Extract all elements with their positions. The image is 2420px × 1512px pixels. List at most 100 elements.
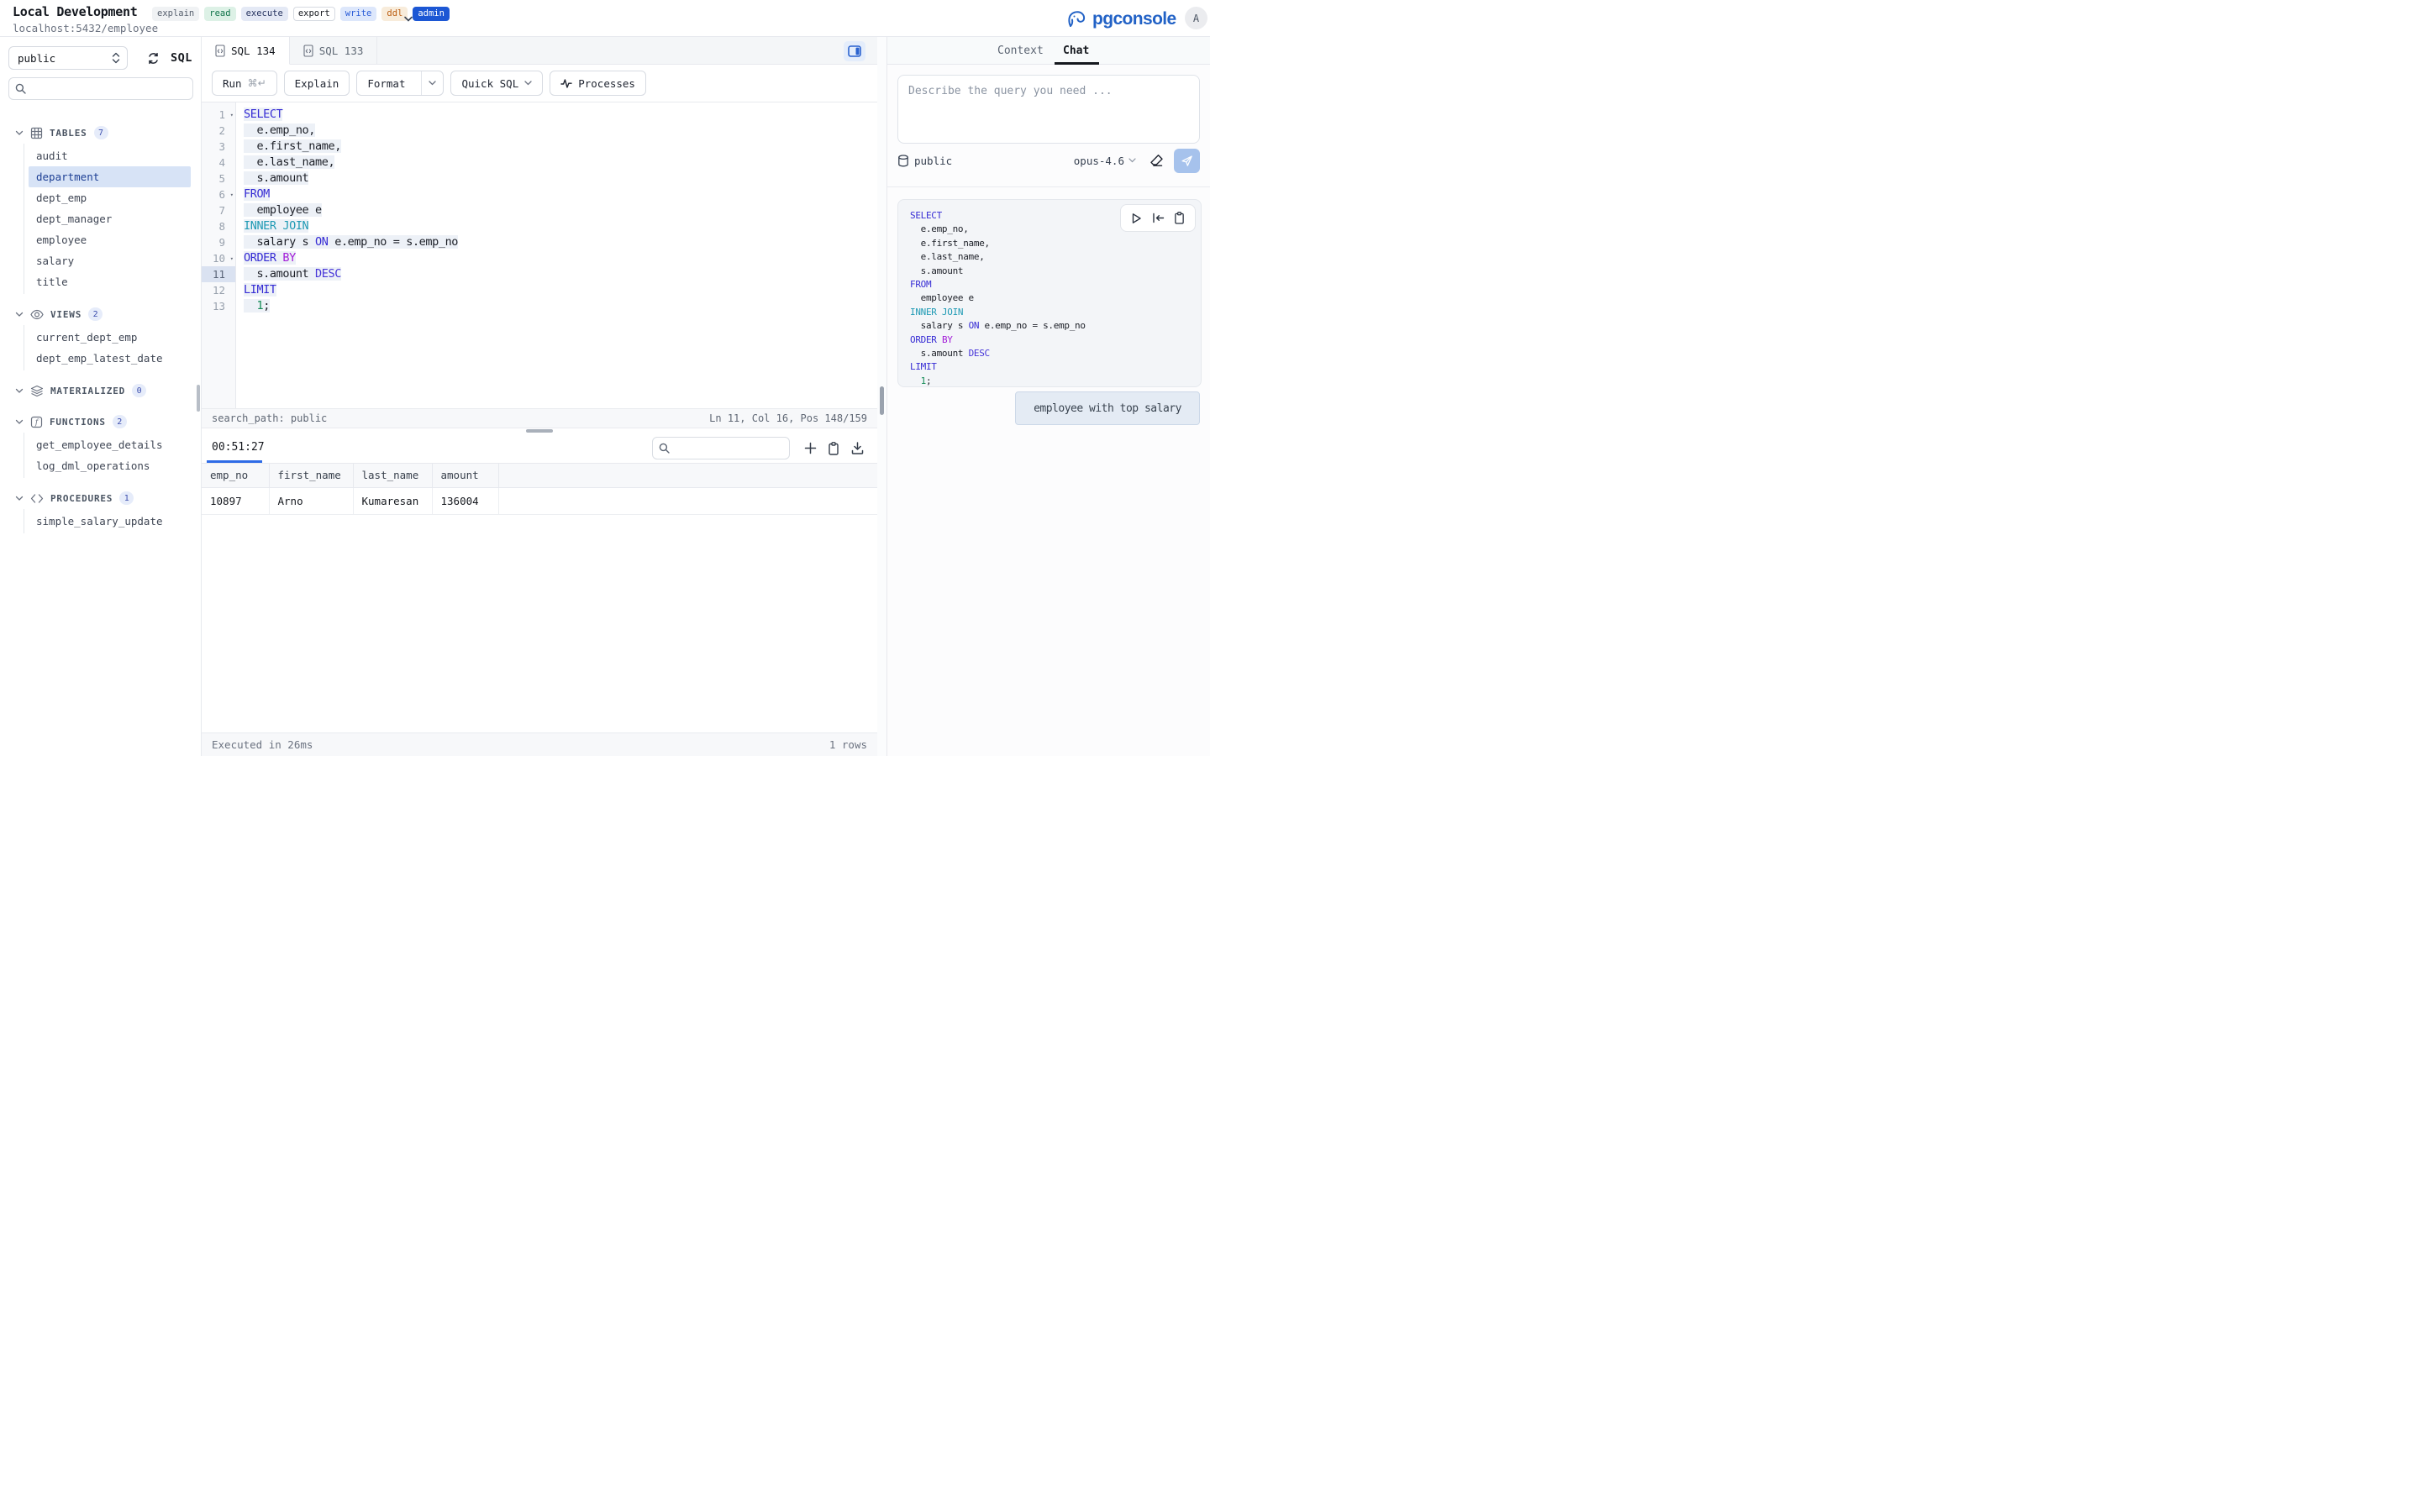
run-snippet-icon[interactable] xyxy=(1131,213,1142,224)
code-line: salary s ON e.emp_no = s.emp_no xyxy=(244,234,877,250)
section-header-tables[interactable]: TABLES7 xyxy=(0,122,202,144)
table-cell[interactable]: 10897 xyxy=(202,487,269,514)
gutter-line-12[interactable]: 12 xyxy=(202,282,235,298)
format-button[interactable]: Format xyxy=(356,71,444,96)
code-line: e.last_name, xyxy=(244,155,877,171)
tree-item-department[interactable]: department xyxy=(29,166,191,187)
gutter-line-11[interactable]: 11 xyxy=(202,266,235,282)
grid-icon xyxy=(30,127,43,139)
gutter-line-7[interactable]: 7 xyxy=(202,202,235,218)
chevron-down-icon xyxy=(15,388,24,394)
section-header-functions[interactable]: fFUNCTIONS2 xyxy=(0,411,202,433)
sidebar-scrollbar[interactable] xyxy=(197,385,200,412)
add-row-icon[interactable] xyxy=(804,442,817,454)
sql-file-icon xyxy=(215,45,225,57)
gutter-line-1[interactable]: 1▾ xyxy=(202,107,235,123)
layers-icon xyxy=(30,385,44,397)
table-cell[interactable]: Arno xyxy=(269,487,353,514)
tree-item-dept_emp[interactable]: dept_emp xyxy=(29,187,191,208)
gutter-line-5[interactable]: 5 xyxy=(202,171,235,186)
run-button[interactable]: Run ⌘↵ xyxy=(212,71,277,96)
schema-select[interactable]: public xyxy=(8,46,128,70)
gutter-line-6[interactable]: 6▾ xyxy=(202,186,235,202)
editor-tab-sql-134[interactable]: SQL 134 xyxy=(202,37,290,65)
tree-item-audit[interactable]: audit xyxy=(29,145,191,166)
code-line: e.first_name, xyxy=(244,139,877,155)
table-cell-filler xyxy=(498,487,877,514)
gutter-line-8[interactable]: 8 xyxy=(202,218,235,234)
section-items: get_employee_detailslog_dml_operations xyxy=(24,433,202,478)
panel-resize-gutter[interactable] xyxy=(877,37,887,756)
connection-title: Local Development xyxy=(13,4,137,19)
table-cell[interactable]: Kumaresan xyxy=(353,487,432,514)
section-count-badge: 7 xyxy=(94,126,108,139)
tab-chat[interactable]: Chat xyxy=(1063,37,1089,65)
editor-code[interactable]: SELECT e.emp_no, e.first_name, e.last_na… xyxy=(236,102,877,408)
table-row[interactable]: 10897ArnoKumaresan136004 xyxy=(202,487,877,514)
tree-item-log_dml_operations[interactable]: log_dml_operations xyxy=(29,455,191,476)
tree-item-employee[interactable]: employee xyxy=(29,229,191,250)
tree-item-current_dept_emp[interactable]: current_dept_emp xyxy=(29,327,191,348)
explain-button[interactable]: Explain xyxy=(284,71,350,96)
toggle-side-panel-button[interactable] xyxy=(844,41,865,61)
gutter-line-10[interactable]: 10▾ xyxy=(202,250,235,266)
tree-item-get_employee_details[interactable]: get_employee_details xyxy=(29,434,191,455)
sidebar-search-input[interactable] xyxy=(8,77,193,100)
cursor-position-status: Ln 11, Col 16, Pos 148/159 xyxy=(709,412,867,424)
tree-item-dept_emp_latest_date[interactable]: dept_emp_latest_date xyxy=(29,348,191,369)
main-scrollbar-thumb[interactable] xyxy=(880,386,884,415)
sql-editor[interactable]: 1▾23456▾78910▾111213 SELECT e.emp_no, e.… xyxy=(202,102,877,408)
gutter-line-4[interactable]: 4 xyxy=(202,155,235,171)
section-header-views[interactable]: VIEWS2 xyxy=(0,303,202,325)
clear-chat-icon[interactable] xyxy=(1150,154,1164,167)
fold-icon[interactable]: ▾ xyxy=(230,108,234,123)
tree-item-salary[interactable]: salary xyxy=(29,250,191,271)
tree-item-dept_manager[interactable]: dept_manager xyxy=(29,208,191,229)
gutter-line-2[interactable]: 2 xyxy=(202,123,235,139)
code-line: LIMIT xyxy=(910,360,1201,374)
insert-to-editor-icon[interactable] xyxy=(1152,213,1165,223)
user-avatar[interactable]: A xyxy=(1185,7,1207,29)
sql-mode-label[interactable]: SQL xyxy=(171,51,192,65)
model-select[interactable]: opus-4.6 xyxy=(1074,155,1136,167)
badge-export: export xyxy=(293,7,335,21)
column-header-emp_no[interactable]: emp_no xyxy=(202,464,269,487)
section-header-procedures[interactable]: PROCEDURES1 xyxy=(0,487,202,509)
table-cell[interactable]: 136004 xyxy=(432,487,498,514)
send-plane-icon xyxy=(1181,155,1193,167)
gutter-line-13[interactable]: 13 xyxy=(202,298,235,314)
processes-button[interactable]: Processes xyxy=(550,71,646,96)
assistant-panel: Context Chat public opus-4.6 SELECT e.em… xyxy=(887,37,1210,756)
chat-input[interactable] xyxy=(898,76,1199,143)
quick-sql-button[interactable]: Quick SQL xyxy=(450,71,543,96)
chevron-up-down-icon xyxy=(112,52,120,64)
tab-context[interactable]: Context xyxy=(997,37,1044,65)
copy-results-icon[interactable] xyxy=(828,442,839,455)
badge-read: read xyxy=(204,7,235,21)
logo-text: pgconsole xyxy=(1092,9,1176,29)
chevron-down-icon[interactable] xyxy=(402,14,414,24)
gutter-line-3[interactable]: 3 xyxy=(202,139,235,155)
section-header-materialized[interactable]: MATERIALIZED0 xyxy=(0,380,202,402)
results-filter-input[interactable] xyxy=(652,437,790,459)
section-label: MATERIALIZED xyxy=(50,386,125,396)
download-results-icon[interactable] xyxy=(851,442,864,454)
column-header-last_name[interactable]: last_name xyxy=(353,464,432,487)
gutter-line-9[interactable]: 9 xyxy=(202,234,235,250)
result-timer-tab[interactable]: 00:51:27 xyxy=(212,441,265,454)
fold-icon[interactable]: ▾ xyxy=(230,251,234,267)
chevron-down-icon xyxy=(15,496,24,501)
results-search xyxy=(652,437,790,459)
tree-item-title[interactable]: title xyxy=(29,271,191,292)
format-dropdown[interactable] xyxy=(421,71,443,95)
column-header-first_name[interactable]: first_name xyxy=(269,464,353,487)
section-functions: fFUNCTIONS2get_employee_detailslog_dml_o… xyxy=(0,411,202,478)
column-header-amount[interactable]: amount xyxy=(432,464,498,487)
copy-snippet-icon[interactable] xyxy=(1174,212,1185,224)
tree-item-simple_salary_update[interactable]: simple_salary_update xyxy=(29,511,191,532)
fold-icon[interactable]: ▾ xyxy=(230,187,234,203)
editor-tab-sql-133[interactable]: SQL 133 xyxy=(290,37,378,65)
send-button[interactable] xyxy=(1174,149,1200,173)
badge-explain: explain xyxy=(152,7,199,21)
refresh-icon[interactable] xyxy=(146,51,160,66)
